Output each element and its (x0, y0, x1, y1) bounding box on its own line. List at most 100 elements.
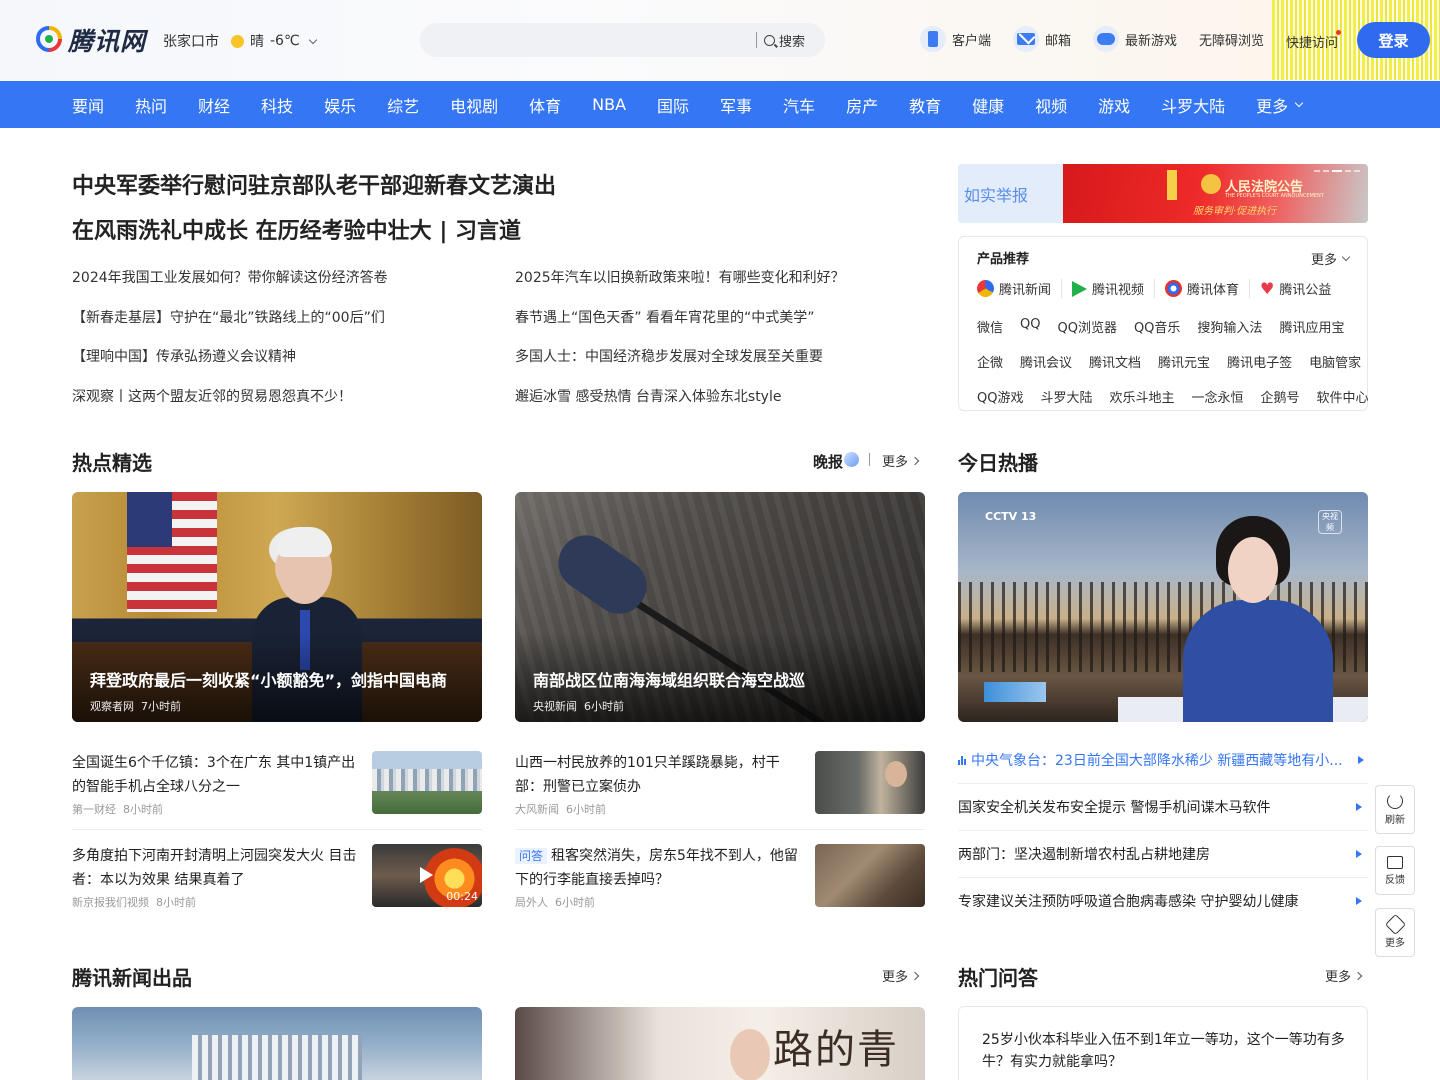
list-item[interactable]: 全国诞生6个千亿镇：3个在广东 其中1镇产出的智能手机占全球八分之一 第一财经 … (72, 751, 482, 831)
app-tencent-sports[interactable]: 腾讯体育 (1165, 279, 1251, 298)
nav-item[interactable]: 要闻 (72, 93, 104, 117)
nav-item[interactable]: 教育 (909, 93, 941, 117)
product-link[interactable]: 微信 (977, 317, 1003, 336)
quick-access-link[interactable]: 快捷访问 (1286, 32, 1338, 51)
video-overlay-tag (984, 682, 1046, 702)
video-player[interactable]: CCTV 13 央视频 (958, 492, 1368, 722)
hot-video-item[interactable]: 国家安全机关发布安全提示 警惕手机间谍木马软件 (958, 797, 1368, 817)
temperature: -6℃ (270, 33, 300, 49)
product-link[interactable]: 斗罗大陆 (1040, 387, 1092, 406)
product-link[interactable]: 腾讯应用宝 (1279, 317, 1344, 336)
tencent-logo[interactable]: 腾讯网 (34, 22, 146, 58)
nav-item[interactable]: 国际 (657, 93, 689, 117)
nav-item[interactable]: 娱乐 (324, 93, 356, 117)
headline-1[interactable]: 中央军委举行慰问驻京部队老干部迎新春文艺演出 (72, 168, 556, 200)
nav-item[interactable]: 汽车 (783, 93, 815, 117)
list-item-source: 大风新闻 (515, 803, 559, 816)
mail-link[interactable]: 邮箱 (1013, 26, 1071, 52)
nav-item[interactable]: 综艺 (387, 93, 419, 117)
product-link[interactable]: QQ音乐 (1134, 317, 1180, 336)
nav-item[interactable]: 体育 (529, 93, 561, 117)
list-item[interactable]: 问答 租客突然消失，房东5年找不到人，他留下的行李能直接丢掉吗？ 局外人 6小时前 (515, 844, 925, 924)
ad-banner[interactable]: 如实举报 人民法院公告 THE PEOPLE'S COURT ANNOUNCEM… (958, 164, 1368, 223)
refresh-button[interactable]: 刷新 (1375, 785, 1415, 834)
product-link[interactable]: 腾讯元宝 (1158, 352, 1210, 371)
nav-item[interactable]: 视频 (1035, 93, 1067, 117)
news-card-image[interactable] (72, 1007, 482, 1080)
tencent-sports-icon (1165, 280, 1183, 297)
nav-item[interactable]: 军事 (720, 93, 752, 117)
qa-card[interactable]: 25岁小伙本科毕业入伍不到1年立一等功，这个一等功有多牛？有实力就能拿吗？ (958, 1006, 1368, 1080)
product-row-2: 企微 腾讯会议 腾讯文档 腾讯元宝 腾讯电子签 电脑管家 (977, 352, 1378, 371)
product-link[interactable]: 腾讯文档 (1089, 352, 1141, 371)
nav-item[interactable]: NBA (592, 95, 626, 114)
app-tencent-video[interactable]: 腾讯视频 (1072, 279, 1156, 298)
headline-2[interactable]: 在风雨洗礼中成长 在历经考验中壮大 | 习言道 (72, 213, 521, 245)
nav-item[interactable]: 电视剧 (450, 93, 498, 117)
product-link[interactable]: 腾讯电子签 (1227, 352, 1292, 371)
feedback-button[interactable]: 反馈 (1375, 846, 1415, 895)
app-tencent-news[interactable]: 腾讯新闻 (977, 279, 1063, 298)
product-link[interactable]: 搜狗输入法 (1197, 317, 1262, 336)
news-link[interactable]: 邂逅冰雪 感受热情 台青深入体验东北style (515, 387, 915, 427)
feature-card[interactable]: 拜登政府最后一刻收紧“小额豁免”，剑指中国电商 观察者网 7小时前 (72, 492, 482, 722)
nav-item[interactable]: 健康 (972, 93, 1004, 117)
app-tencent-charity[interactable]: ♥ 腾讯公益 (1260, 279, 1341, 298)
hot-video-item-active[interactable]: 中央气象台：23日前全国大部降水稀少 新疆西藏等地有小... (958, 750, 1368, 770)
product-recommend-panel: 产品推荐 更多 腾讯新闻 腾讯视频 腾讯体育 ♥ 腾讯公益 微信 QQ QQ浏览… (958, 236, 1369, 411)
product-link[interactable]: QQ游戏 (977, 387, 1023, 406)
hot-video-item[interactable]: 两部门：坚决遏制新增农村乱占耕地建房 (958, 844, 1368, 864)
list-item[interactable]: 多角度拍下河南开封清明上河园突发大火 目击者：本以为效果 结果真着了 新京报我们… (72, 844, 482, 924)
tencent-news-more-link[interactable]: 更多 (882, 966, 920, 985)
product-link[interactable]: 企鹅号 (1261, 387, 1300, 406)
product-link[interactable]: 腾讯会议 (1020, 352, 1072, 371)
carousel-dots[interactable] (1314, 170, 1360, 172)
list-item[interactable]: 山西一村民放养的101只羊蹊跷暴毙，村干部：刑警已立案侦办 大风新闻 6小时前 (515, 751, 925, 831)
news-link[interactable]: 深观察丨这两个盟友近邻的贸易恩怨真不少！ (72, 387, 472, 427)
news-link[interactable]: 【理响中国】传承弘扬遵义会议精神 (72, 347, 472, 387)
list-item-title: 山西一村民放养的101只羊蹊跷暴毙，村干部：刑警已立案侦办 (515, 755, 780, 795)
product-link[interactable]: 软件中心 (1317, 387, 1369, 406)
play-icon (1356, 897, 1362, 905)
search-button[interactable]: 搜索 (764, 23, 805, 57)
evening-report-link[interactable]: 晚报 (813, 451, 843, 472)
video-thumbnail: 00:24 (372, 844, 482, 907)
more-float-button[interactable]: 更多 (1375, 908, 1415, 957)
product-more-button[interactable]: 更多 (1311, 249, 1351, 268)
nav-item[interactable]: 房产 (846, 93, 878, 117)
list-item-meta: 新京报我们视频 8小时前 (72, 894, 196, 910)
hot-video-item[interactable]: 专家建议关注预防呼吸道合胞病毒感染 守护婴幼儿健康 (958, 891, 1368, 911)
nav-item[interactable]: 游戏 (1098, 93, 1130, 117)
client-link[interactable]: 客户端 (920, 26, 991, 52)
news-link[interactable]: 【新春走基层】守护在“最北”铁路线上的“00后”们 (72, 308, 472, 348)
games-link[interactable]: 最新游戏 (1093, 26, 1177, 52)
hot-qa-more-link[interactable]: 更多 (1325, 966, 1363, 985)
nav-item[interactable]: 斗罗大陆 (1161, 93, 1225, 117)
login-button[interactable]: 登录 (1357, 22, 1430, 58)
news-link[interactable]: 春节遇上“国色天香” 看看年宵花里的“中式美学” (515, 308, 915, 348)
weather-widget[interactable]: 张家口市 晴 -6℃ (163, 31, 317, 51)
search-icon (764, 34, 775, 46)
product-link[interactable]: 一念永恒 (1192, 387, 1244, 406)
product-link[interactable]: QQ浏览器 (1057, 317, 1116, 336)
news-link[interactable]: 2024年我国工业发展如何？带你解读这份经济答卷 (72, 268, 472, 308)
product-link[interactable]: 电脑管家 (1309, 352, 1361, 371)
channel-logo: CCTV 13 (985, 510, 1037, 523)
accessibility-link[interactable]: 无障碍浏览 (1199, 30, 1264, 49)
person-image-part (730, 1029, 770, 1080)
news-link[interactable]: 2025年汽车以旧换新政策来啦！有哪些变化和利好？ (515, 268, 915, 308)
nav-more[interactable]: 更多 (1256, 93, 1304, 117)
product-link[interactable]: 企微 (977, 352, 1003, 371)
feature-card[interactable]: 南部战区位南海海域组织联合海空战巡 央视新闻 6小时前 (515, 492, 925, 722)
games-label: 最新游戏 (1125, 33, 1178, 49)
search-input[interactable] (436, 23, 746, 57)
news-card-image[interactable]: 路的青村 (515, 1007, 925, 1080)
news-link[interactable]: 多国人士：中国经济稳步发展对全球发展至关重要 (515, 347, 915, 387)
product-link[interactable]: QQ (1020, 317, 1040, 336)
nav-item[interactable]: 热问 (135, 93, 167, 117)
nav-item[interactable]: 科技 (261, 93, 293, 117)
list-item-source: 新京报我们视频 (72, 896, 149, 909)
product-link[interactable]: 欢乐斗地主 (1109, 387, 1174, 406)
hot-picks-more-link[interactable]: 更多 (882, 451, 920, 470)
nav-item[interactable]: 财经 (198, 93, 230, 117)
